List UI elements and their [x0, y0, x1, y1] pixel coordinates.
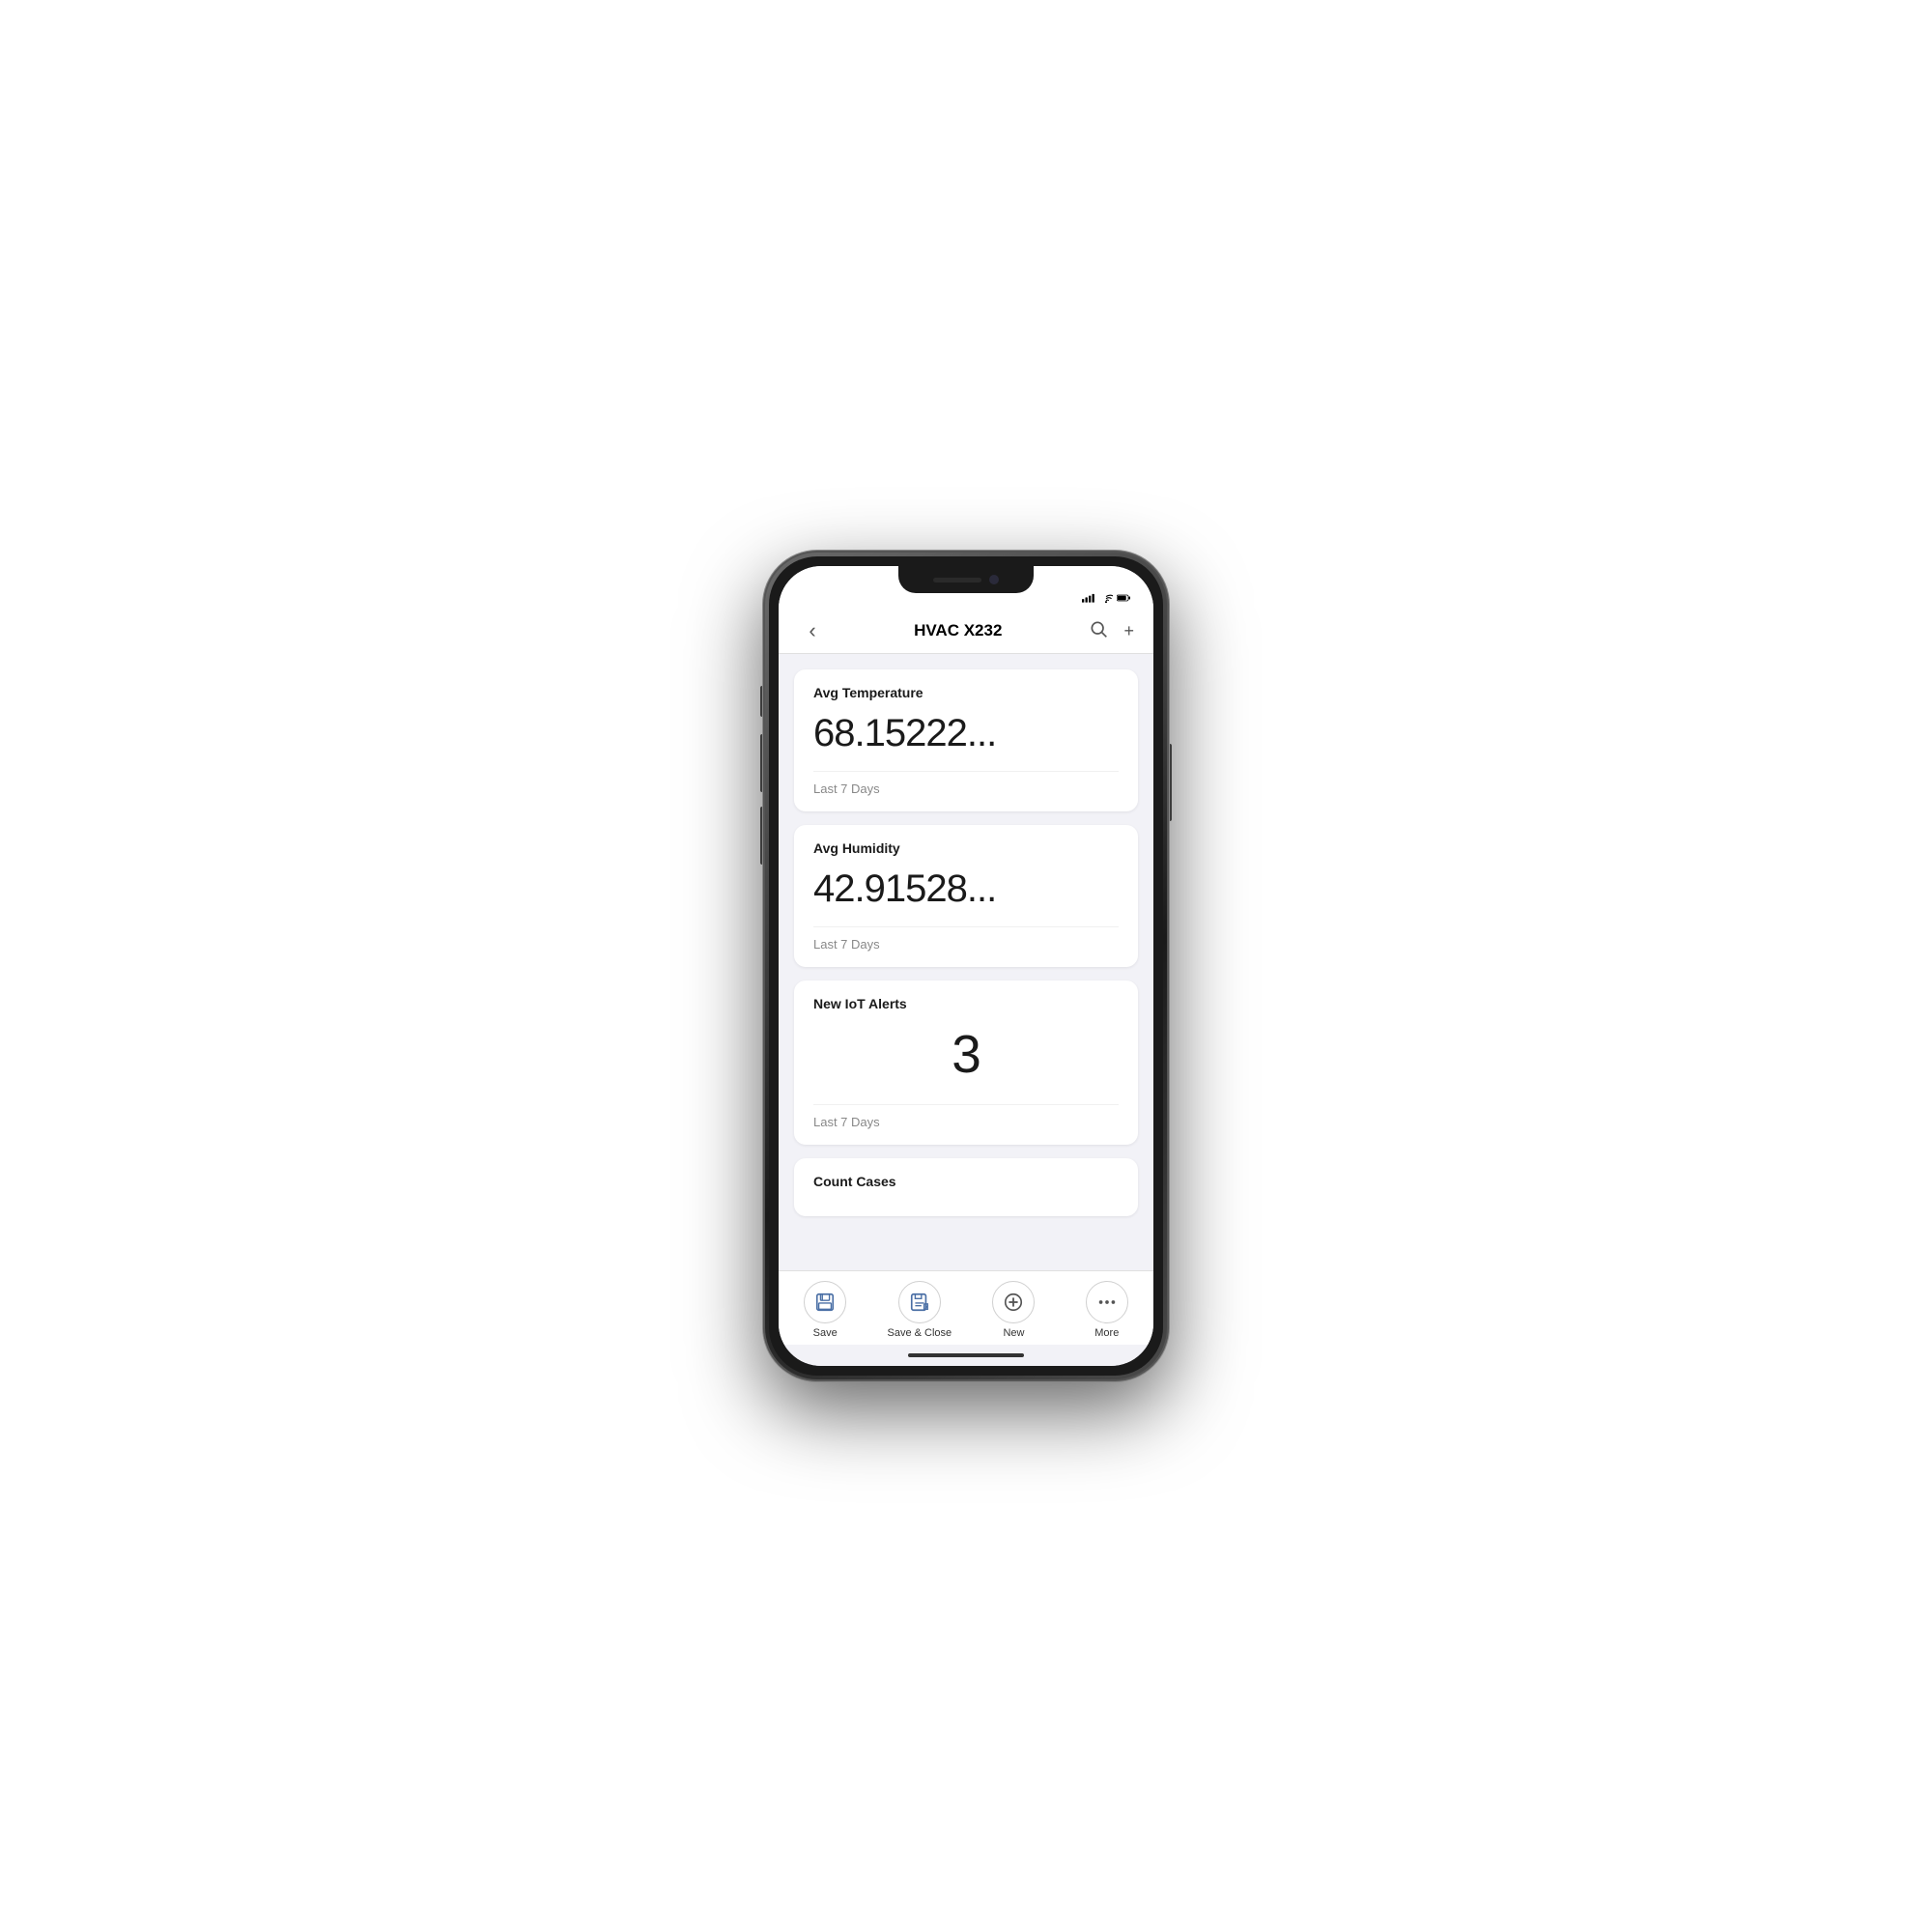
new-icon-circle	[992, 1281, 1035, 1323]
save-label: Save	[813, 1327, 838, 1339]
phone-device: ‹ HVAC X232 +	[763, 551, 1169, 1381]
front-camera	[989, 575, 999, 584]
speaker	[933, 578, 981, 582]
more-icon	[1096, 1292, 1118, 1313]
save-close-button[interactable]: Save & Close	[887, 1281, 952, 1339]
save-close-label: Save & Close	[887, 1327, 952, 1339]
save-icon-circle	[804, 1281, 846, 1323]
avg-temperature-value: 68.15222...	[813, 712, 1119, 755]
count-cases-label: Count Cases	[813, 1174, 1119, 1189]
bottom-toolbar: Save	[779, 1270, 1153, 1345]
notch	[898, 566, 1034, 593]
avg-humidity-value: 42.91528...	[813, 867, 1119, 911]
signal-icon	[1082, 593, 1095, 603]
new-iot-alerts-card: New IoT Alerts 3 Last 7 Days	[794, 980, 1138, 1145]
phone-screen: ‹ HVAC X232 +	[779, 566, 1153, 1366]
count-cases-card: Count Cases	[794, 1158, 1138, 1216]
home-bar	[908, 1353, 1024, 1357]
back-button[interactable]: ‹	[798, 618, 827, 643]
add-icon[interactable]: +	[1123, 621, 1134, 641]
save-button[interactable]: Save	[794, 1281, 856, 1339]
new-label: New	[1003, 1327, 1024, 1339]
save-close-icon	[909, 1292, 930, 1313]
nav-bar: ‹ HVAC X232 +	[779, 609, 1153, 654]
nav-actions: +	[1089, 619, 1134, 643]
battery-icon	[1117, 593, 1130, 603]
more-button[interactable]: More	[1076, 1281, 1138, 1339]
phone-bezel: ‹ HVAC X232 +	[769, 556, 1163, 1376]
new-iot-alerts-label: New IoT Alerts	[813, 996, 1119, 1011]
save-close-icon-circle	[898, 1281, 941, 1323]
more-label: More	[1094, 1327, 1119, 1339]
phone-shell: ‹ HVAC X232 +	[763, 551, 1169, 1381]
page-title: HVAC X232	[914, 621, 1002, 640]
new-iot-alerts-period: Last 7 Days	[813, 1104, 1119, 1129]
avg-humidity-label: Avg Humidity	[813, 840, 1119, 856]
avg-temperature-card: Avg Temperature 68.15222... Last 7 Days	[794, 669, 1138, 811]
save-icon	[814, 1292, 836, 1313]
avg-humidity-period: Last 7 Days	[813, 926, 1119, 952]
content-area[interactable]: Avg Temperature 68.15222... Last 7 Days …	[779, 654, 1153, 1270]
wifi-icon	[1099, 593, 1113, 603]
avg-temperature-label: Avg Temperature	[813, 685, 1119, 700]
avg-temperature-period: Last 7 Days	[813, 771, 1119, 796]
status-icons	[1082, 593, 1130, 603]
more-icon-circle	[1086, 1281, 1128, 1323]
new-icon	[1003, 1292, 1024, 1313]
new-button[interactable]: New	[982, 1281, 1044, 1339]
new-iot-alerts-value: 3	[813, 1023, 1119, 1085]
search-icon[interactable]	[1089, 619, 1108, 643]
home-indicator	[779, 1345, 1153, 1366]
avg-humidity-card: Avg Humidity 42.91528... Last 7 Days	[794, 825, 1138, 967]
